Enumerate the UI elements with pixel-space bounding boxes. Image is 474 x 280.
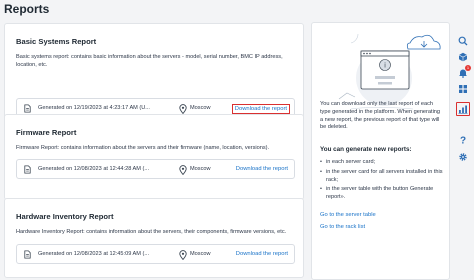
list-item: in each server card; xyxy=(320,159,443,167)
report-title: Hardware Inventory Report xyxy=(16,212,114,221)
location-label: Moscow xyxy=(190,166,211,172)
download-report-button[interactable]: Download the report xyxy=(231,104,290,114)
list-item: in the server card for all servers insta… xyxy=(320,169,443,185)
location-pin-icon xyxy=(179,250,187,260)
search-icon[interactable] xyxy=(456,34,470,48)
report-card-hardware-inventory: Hardware Inventory Report Hardware Inven… xyxy=(4,198,304,278)
notification-count-badge: 1 xyxy=(465,65,471,71)
report-generation-box: Generated on 12/08/2023 at 12:45:09 AM (… xyxy=(16,244,295,264)
info-intro-text: You can download only the last report of… xyxy=(320,101,441,131)
go-to-server-table-link[interactable]: Go to the server table xyxy=(320,212,376,218)
location-pin-icon xyxy=(179,104,187,114)
help-icon[interactable]: ? xyxy=(456,133,470,147)
info-list: in each server card; in the server card … xyxy=(320,159,443,202)
notification-icon[interactable]: 1 xyxy=(456,65,471,80)
location-label: Moscow xyxy=(190,251,211,257)
report-title: Firmware Report xyxy=(16,128,77,137)
report-description: Hardware Inventory Report: contains info… xyxy=(16,229,287,235)
reports-icon[interactable] xyxy=(456,102,470,116)
download-report-button[interactable]: Download the report xyxy=(234,250,290,258)
list-item: in the server table with the button Gene… xyxy=(320,186,443,202)
download-report-button[interactable]: Download the report xyxy=(234,165,290,173)
info-heading: You can generate new reports: xyxy=(320,146,412,153)
settings-icon[interactable] xyxy=(456,150,470,164)
document-icon xyxy=(24,250,31,259)
page-title: Reports xyxy=(4,2,50,16)
generated-timestamp: Generated on 12/08/2023 at 12:44:28 AM (… xyxy=(38,166,150,172)
grid-icon[interactable] xyxy=(456,82,470,96)
document-icon xyxy=(24,165,31,174)
cube-icon[interactable] xyxy=(456,50,470,64)
reports-info-panel: i You can download only the last report … xyxy=(311,22,450,280)
svg-text:?: ? xyxy=(460,136,466,145)
generated-timestamp: Generated on 12/08/2023 at 12:45:09 AM (… xyxy=(38,251,150,257)
report-generation-box: Generated on 12/08/2023 at 12:44:28 AM (… xyxy=(16,159,295,179)
document-icon xyxy=(24,104,31,113)
location-label: Moscow xyxy=(190,105,211,111)
location-pin-icon xyxy=(179,165,187,175)
report-description: Firmware Report: contains information ab… xyxy=(16,145,270,151)
generated-timestamp: Generated on 12/19/2023 at 4:23:17 AM (U… xyxy=(38,105,150,111)
go-to-rack-list-link[interactable]: Go to the rack list xyxy=(320,224,365,230)
report-card-firmware: Firmware Report Firmware Report: contain… xyxy=(4,114,304,200)
report-description: Basic systems report: contains basic inf… xyxy=(16,54,283,69)
report-card-basic-systems: Basic Systems Report Basic systems repor… xyxy=(4,23,304,127)
report-title: Basic Systems Report xyxy=(16,37,97,46)
